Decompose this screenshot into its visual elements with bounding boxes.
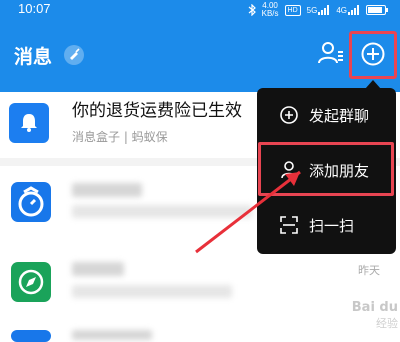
signal-4g: 4G	[336, 5, 360, 15]
signal-5g-label: 5G	[306, 6, 318, 15]
watermark: Bai du 经验	[298, 300, 398, 340]
add-circle-icon	[280, 106, 298, 124]
notification-title: 你的退货运费险已生效	[72, 101, 242, 121]
alarm-clock-tile	[11, 182, 51, 222]
hd-badge: HD	[284, 4, 301, 16]
blurred-name	[72, 183, 142, 197]
watermark-text: 经验	[376, 317, 398, 330]
battery-icon	[366, 5, 388, 15]
scan-icon	[280, 216, 298, 234]
net-speed: 4.00 KB/s	[262, 2, 279, 18]
menu-item-start-group-chat[interactable]: 发起群聊	[257, 95, 396, 135]
net-speed-unit: KB/s	[261, 9, 279, 18]
page-title: 消息	[14, 46, 53, 68]
partial-row-icon	[11, 330, 51, 342]
bell-icon	[21, 114, 37, 132]
signal-4g-label: 4G	[336, 6, 347, 15]
signal-bars-icon	[348, 5, 359, 15]
signal-5g: 5G	[307, 5, 331, 15]
signal-bars-icon	[318, 5, 330, 15]
menu-item-label: 发起群聊	[309, 107, 370, 125]
add-plus-icon[interactable]	[361, 42, 385, 66]
blurred-preview	[72, 285, 232, 298]
blurred-preview	[72, 205, 252, 218]
menu-item-label: 扫一扫	[309, 217, 355, 235]
status-icons: 4.00 KB/s HD 5G 4G	[248, 2, 388, 18]
blurred-name	[72, 262, 124, 276]
header-bar: 10:07 4.00 KB/s HD 5G 4G 消息	[0, 0, 400, 92]
bluetooth-icon	[248, 4, 256, 16]
add-friend-highlight	[258, 142, 394, 196]
contacts-icon[interactable]	[316, 40, 344, 66]
alarm-clock-icon	[18, 186, 44, 217]
compass-icon	[18, 269, 44, 295]
blurred-name	[72, 330, 152, 340]
row-time: 昨天	[358, 264, 380, 277]
notification-subtitle: 消息盒子 | 蚂蚁保	[72, 130, 168, 144]
status-bar: 10:07 4.00 KB/s HD 5G 4G	[0, 0, 400, 20]
status-time: 10:07	[18, 1, 51, 16]
compass-tile	[11, 262, 51, 302]
watermark-brand: Bai du	[351, 300, 398, 315]
clean-broom-icon[interactable]	[64, 45, 84, 65]
notification-tile	[9, 103, 49, 143]
menu-item-scan[interactable]: 扫一扫	[257, 205, 396, 245]
